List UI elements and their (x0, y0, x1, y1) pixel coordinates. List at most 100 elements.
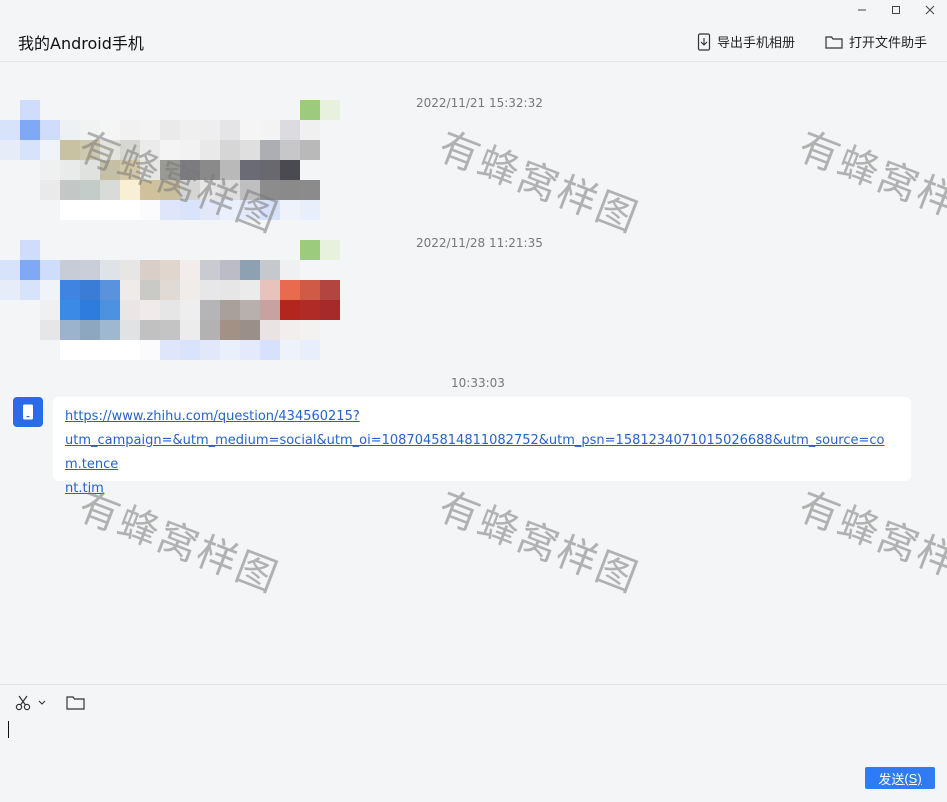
chat-area[interactable]: 2022/11/21 15:32:32 2022/11/28 11:21:35 … (0, 62, 947, 684)
image-pixel (200, 340, 220, 360)
image-pixel (220, 140, 240, 160)
image-pixel (260, 180, 280, 200)
image-pixel (140, 140, 160, 160)
image-pixel (260, 300, 280, 320)
image-pixel (100, 340, 120, 360)
image-pixel (260, 160, 280, 180)
image-pixel (260, 100, 280, 120)
message-input[interactable] (8, 721, 9, 738)
image-pixel (180, 260, 200, 280)
image-pixel (80, 100, 100, 120)
image-pixel (180, 180, 200, 200)
image-pixel (220, 320, 240, 340)
image-pixel (0, 100, 20, 120)
image-pixel (60, 200, 80, 220)
image-pixel (340, 240, 360, 260)
blurred-image-message[interactable] (0, 240, 360, 360)
image-pixel (80, 160, 100, 180)
image-pixel (140, 260, 160, 280)
image-pixel (160, 320, 180, 340)
image-pixel (340, 340, 360, 360)
maximize-button[interactable] (879, 0, 913, 20)
image-pixel (300, 280, 320, 300)
image-pixel (20, 160, 40, 180)
image-pixel (340, 180, 360, 200)
image-pixel (60, 260, 80, 280)
image-pixel (120, 300, 140, 320)
image-pixel (60, 280, 80, 300)
image-pixel (240, 300, 260, 320)
link-text-line: utm_campaign=&utm_medium=social&utm_oi=1… (65, 433, 885, 472)
image-pixel (80, 300, 100, 320)
image-pixel (0, 160, 20, 180)
image-pixel (40, 280, 60, 300)
send-shortcut: (S) (904, 770, 922, 786)
header-bar: 我的Android手机 导出手机相册 打开文件助手 (0, 20, 947, 62)
image-pixel (320, 260, 340, 280)
image-pixel (220, 260, 240, 280)
image-pixel (0, 240, 20, 260)
image-pixel (320, 120, 340, 140)
image-pixel (180, 140, 200, 160)
screenshot-button[interactable] (15, 695, 46, 711)
send-button[interactable]: 发送 (S) (865, 767, 935, 789)
image-pixel (20, 300, 40, 320)
image-pixel (60, 300, 80, 320)
image-pixel (140, 280, 160, 300)
image-pixel (100, 140, 120, 160)
image-pixel (120, 320, 140, 340)
image-pixel (320, 100, 340, 120)
image-pixel (40, 140, 60, 160)
image-pixel (220, 100, 240, 120)
image-pixel (20, 320, 40, 340)
image-pixel (320, 280, 340, 300)
phone-export-icon (697, 32, 711, 51)
image-pixel (100, 240, 120, 260)
image-pixel (140, 160, 160, 180)
image-pixel (160, 180, 180, 200)
send-file-button[interactable] (66, 695, 85, 710)
image-pixel (120, 240, 140, 260)
blurred-image-message[interactable] (0, 100, 360, 220)
image-pixel (320, 300, 340, 320)
minimize-button[interactable] (845, 0, 879, 20)
image-pixel (160, 280, 180, 300)
image-pixel (80, 280, 100, 300)
image-pixel (20, 180, 40, 200)
image-pixel (220, 280, 240, 300)
link-text-line: https://www.zhihu.com/question/434560215… (65, 409, 360, 424)
open-file-helper-button[interactable]: 打开文件助手 (825, 32, 927, 51)
image-pixel (160, 240, 180, 260)
image-pixel (160, 140, 180, 160)
image-pixel (320, 180, 340, 200)
image-pixel (340, 280, 360, 300)
image-pixel (140, 300, 160, 320)
image-pixel (320, 140, 340, 160)
link-message-bubble: https://www.zhihu.com/question/434560215… (53, 397, 911, 496)
message-link[interactable]: https://www.zhihu.com/question/434560215… (65, 405, 899, 501)
close-button[interactable] (913, 0, 947, 20)
image-pixel (240, 180, 260, 200)
image-pixel (40, 240, 60, 260)
image-pixel (260, 240, 280, 260)
page-title: 我的Android手机 (18, 34, 144, 53)
image-pixel (180, 340, 200, 360)
image-pixel (220, 240, 240, 260)
image-pixel (100, 180, 120, 200)
image-pixel (20, 340, 40, 360)
image-pixel (200, 180, 220, 200)
image-pixel (340, 300, 360, 320)
export-album-button[interactable]: 导出手机相册 (697, 32, 795, 51)
image-pixel (200, 260, 220, 280)
image-pixel (200, 100, 220, 120)
image-pixel (80, 200, 100, 220)
image-pixel (300, 140, 320, 160)
image-pixel (300, 260, 320, 280)
image-pixel (120, 260, 140, 280)
image-pixel (320, 340, 340, 360)
image-pixel (120, 340, 140, 360)
image-pixel (20, 280, 40, 300)
image-pixel (0, 140, 20, 160)
image-pixel (120, 160, 140, 180)
image-pixel (320, 200, 340, 220)
